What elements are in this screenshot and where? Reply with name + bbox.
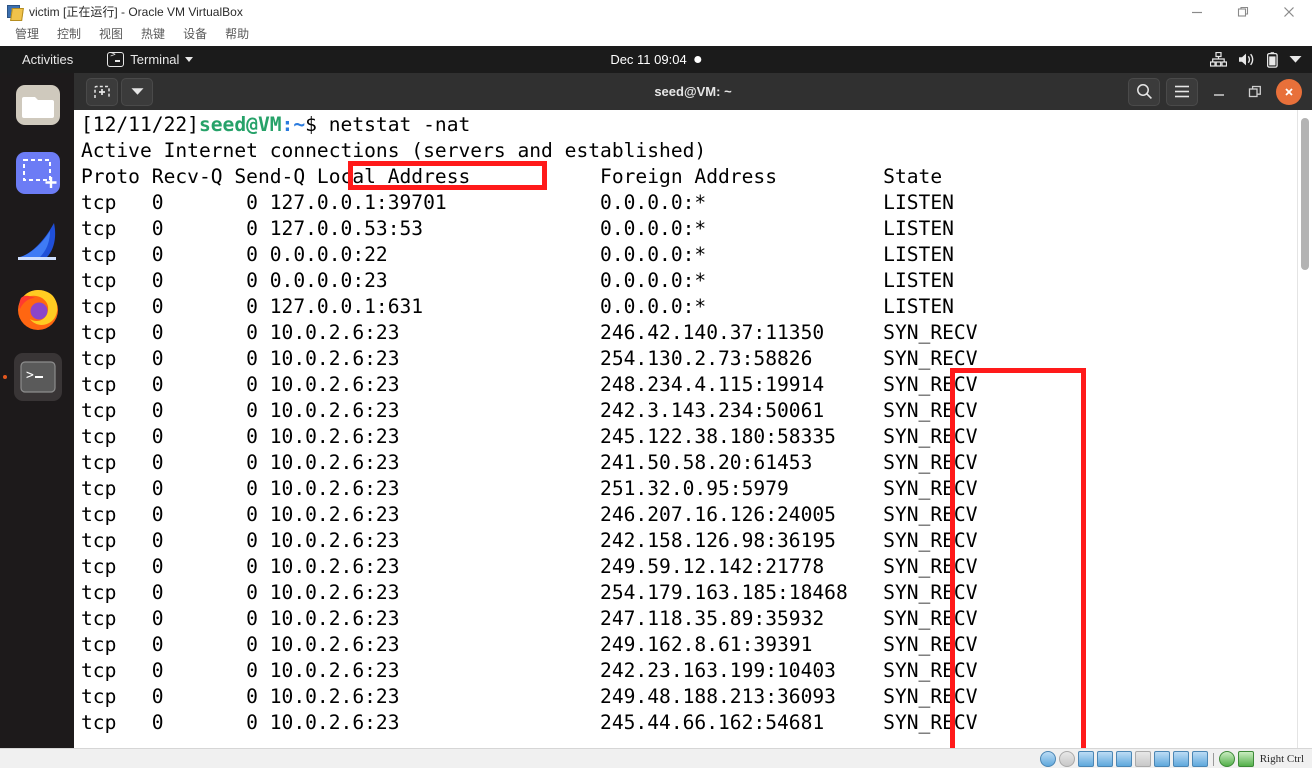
terminal-title: seed@VM: ~ [654, 84, 731, 99]
terminal-window: seed@VM: ~ [74, 73, 1312, 748]
menu-item-control[interactable]: 控制 [48, 23, 90, 46]
app-menu-label: Terminal [130, 52, 179, 67]
terminal-connection-row: tcp 0 0 10.0.2.6:23 251.32.0.95:5979 SYN… [81, 476, 978, 502]
terminal-connection-row: tcp 0 0 10.0.2.6:23 249.48.188.213:36093… [81, 684, 978, 710]
new-tab-dropdown-button[interactable] [121, 78, 153, 106]
menu-item-hotkeys[interactable]: 热键 [132, 23, 174, 46]
virtualbox-statusbar: Right Ctrl [0, 748, 1312, 768]
clock-label: Dec 11 09:04 [610, 52, 686, 67]
volume-icon [1238, 52, 1256, 67]
terminal-header: seed@VM: ~ [74, 73, 1312, 110]
menu-item-devices[interactable]: 设备 [174, 23, 216, 46]
recording-icon[interactable] [1173, 751, 1189, 767]
terminal-connection-row: tcp 0 0 10.0.2.6:23 254.130.2.73:58826 S… [81, 346, 978, 372]
terminal-connection-row: tcp 0 0 127.0.0.1:39701 0.0.0.0:* LISTEN [81, 190, 978, 216]
terminal-connection-row: tcp 0 0 10.0.2.6:23 242.158.126.98:36195… [81, 528, 978, 554]
hamburger-menu-button[interactable] [1166, 78, 1198, 106]
virtualbox-titlebar: victim [正在运行] - Oracle VM VirtualBox [0, 0, 1312, 23]
host-key-label: Right Ctrl [1260, 753, 1304, 765]
terminal-connection-row: tcp 0 0 127.0.0.1:631 0.0.0.0:* LISTEN [81, 294, 978, 320]
dock-item-files[interactable] [14, 81, 62, 129]
terminal-connection-row: tcp 0 0 10.0.2.6:23 245.44.66.162:54681 … [81, 710, 978, 736]
menu-item-manage[interactable]: 管理 [6, 23, 48, 46]
dock-running-indicator [3, 375, 7, 379]
command-highlight-box [348, 161, 547, 190]
network-icon [1210, 52, 1227, 67]
state-column-highlight-box [950, 368, 1086, 748]
terminal-connection-row: tcp 0 0 10.0.2.6:23 249.59.12.142:21778 … [81, 554, 978, 580]
terminal-connection-row: tcp 0 0 10.0.2.6:23 254.179.163.185:1846… [81, 580, 978, 606]
terminal-close-button[interactable] [1276, 79, 1302, 105]
display-icon[interactable] [1154, 751, 1170, 767]
notification-dot-icon [695, 56, 702, 63]
usb-icon[interactable] [1116, 751, 1132, 767]
vbox-maximize-button[interactable] [1220, 0, 1266, 23]
host-key-icon[interactable] [1238, 751, 1254, 767]
virtualbox-icon [6, 4, 22, 20]
terminal-connection-row: tcp 0 0 10.0.2.6:23 248.234.4.115:19914 … [81, 372, 978, 398]
virtualbox-menubar: 管理 控制 视图 热键 设备 帮助 [0, 23, 1312, 46]
system-status-area[interactable] [1210, 52, 1302, 68]
statusbar-divider [1213, 753, 1214, 766]
optical-disk-icon[interactable] [1059, 751, 1075, 767]
dock-item-firefox[interactable] [14, 285, 62, 333]
terminal-connection-row: tcp 0 0 10.0.2.6:23 246.42.140.37:11350 … [81, 320, 978, 346]
terminal-maximize-button[interactable] [1240, 79, 1270, 105]
terminal-connection-row: tcp 0 0 10.0.2.6:23 246.207.16.126:24005… [81, 502, 978, 528]
terminal-minimize-button[interactable] [1204, 79, 1234, 105]
vbox-minimize-button[interactable] [1174, 0, 1220, 23]
activities-button[interactable]: Activities [16, 50, 79, 69]
virtualbox-window-title: victim [正在运行] - Oracle VM VirtualBox [29, 3, 243, 20]
terminal-connection-row: tcp 0 0 10.0.2.6:23 242.23.163.199:10403… [81, 658, 978, 684]
network-icon[interactable] [1097, 751, 1113, 767]
terminal-connection-row: tcp 0 0 127.0.0.53:53 0.0.0.0:* LISTEN [81, 216, 978, 242]
chevron-down-icon [185, 57, 193, 62]
statusbar-device-icons[interactable] [1040, 751, 1254, 767]
search-button[interactable] [1128, 78, 1160, 106]
terminal-connection-row: tcp 0 0 10.0.2.6:23 247.118.35.89:35932 … [81, 606, 978, 632]
terminal-connection-row: tcp 0 0 0.0.0.0:23 0.0.0.0:* LISTEN [81, 268, 978, 294]
vm-status-icon[interactable] [1192, 751, 1208, 767]
mouse-capture-icon[interactable] [1219, 751, 1235, 767]
menu-item-view[interactable]: 视图 [90, 23, 132, 46]
app-menu-terminal[interactable]: Terminal [107, 52, 193, 67]
floppy-icon[interactable] [1078, 751, 1094, 767]
terminal-text: [12/11/22]seed@VM:~$ netstat -natActive … [81, 112, 978, 736]
clock-area[interactable]: Dec 11 09:04 [610, 52, 701, 67]
terminal-connection-row: tcp 0 0 10.0.2.6:23 249.162.8.61:39391 S… [81, 632, 978, 658]
guest-screen: Activities Terminal Dec 11 09:04 [0, 46, 1312, 748]
dock-item-wireshark[interactable] [14, 217, 62, 265]
ubuntu-dock: > [0, 73, 74, 748]
new-tab-button[interactable] [86, 78, 118, 106]
terminal-icon [107, 52, 124, 67]
terminal-scrollbar-thumb[interactable] [1301, 118, 1309, 270]
hard-disk-icon[interactable] [1040, 751, 1056, 767]
vbox-close-button[interactable] [1266, 0, 1312, 23]
dock-item-screenshot[interactable] [14, 149, 62, 197]
shared-folder-icon[interactable] [1135, 751, 1151, 767]
terminal-connection-row: tcp 0 0 10.0.2.6:23 245.122.38.180:58335… [81, 424, 978, 450]
svg-text:>: > [26, 368, 34, 383]
terminal-connection-row: tcp 0 0 10.0.2.6:23 242.3.143.234:50061 … [81, 398, 978, 424]
terminal-connection-row: tcp 0 0 0.0.0.0:22 0.0.0.0:* LISTEN [81, 242, 978, 268]
chevron-down-icon [1289, 55, 1302, 64]
battery-icon [1267, 52, 1278, 68]
dock-item-terminal[interactable]: > [14, 353, 62, 401]
menu-item-help[interactable]: 帮助 [216, 23, 258, 46]
terminal-scrollbar[interactable] [1297, 110, 1312, 748]
gnome-top-bar: Activities Terminal Dec 11 09:04 [0, 46, 1312, 73]
terminal-output-area[interactable]: [12/11/22]seed@VM:~$ netstat -natActive … [74, 110, 1312, 748]
terminal-line: [12/11/22]seed@VM:~$ netstat -nat [81, 112, 978, 138]
terminal-connection-row: tcp 0 0 10.0.2.6:23 241.50.58.20:61453 S… [81, 450, 978, 476]
